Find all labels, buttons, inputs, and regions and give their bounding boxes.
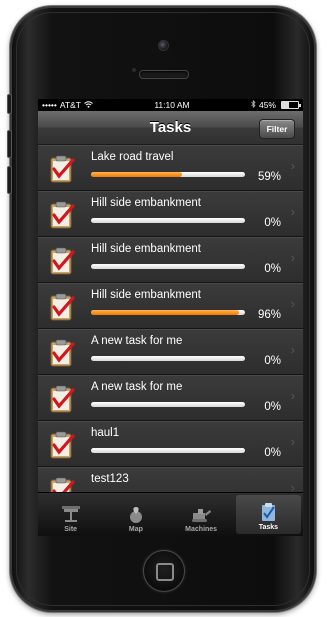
progress-bar: [91, 172, 245, 177]
clipboard-check-icon: [48, 476, 76, 492]
task-row[interactable]: Hill side embankment 0% ›: [38, 191, 303, 237]
wifi-icon: [84, 99, 93, 111]
volume-up-button: [7, 130, 12, 158]
status-time: 11:10 AM: [154, 100, 190, 110]
progress-percent: 0%: [264, 355, 281, 367]
task-list[interactable]: Lake road travel 59% › Hill side embankment…: [38, 145, 303, 492]
machines-icon: [192, 509, 212, 522]
clipboard-check-icon: [48, 338, 76, 368]
clipboard-check-icon: [48, 430, 76, 460]
tasks-icon: [262, 503, 276, 521]
task-name: A new task for me: [91, 381, 183, 393]
task-row[interactable]: Lake road travel 59% ›: [38, 145, 303, 191]
battery-icon: [280, 101, 301, 109]
chevron-right-icon: ›: [290, 204, 295, 219]
task-row[interactable]: Hill side embankment 96% ›: [38, 283, 303, 329]
task-name: Hill side embankment: [91, 289, 201, 301]
filter-button[interactable]: Filter: [259, 119, 295, 139]
task-row[interactable]: A new task for me 0% ›: [38, 329, 303, 375]
site-icon: [61, 506, 80, 522]
chevron-right-icon: ›: [290, 250, 295, 265]
progress-bar: [91, 356, 245, 361]
tab-machines[interactable]: Machines: [169, 493, 234, 536]
screen: ••••• AT&T 11:10 AM 45% Tasks Filter Lak…: [38, 99, 303, 536]
task-name: haul1: [91, 427, 120, 439]
progress-percent: 0%: [264, 447, 281, 459]
clipboard-check-icon: [48, 154, 76, 184]
volume-down-button: [7, 166, 12, 194]
progress-fill: [91, 172, 182, 177]
status-bar: ••••• AT&T 11:10 AM 45%: [38, 99, 303, 111]
task-name: Lake road travel: [91, 151, 174, 163]
progress-bar: [91, 264, 245, 269]
chevron-right-icon: ›: [290, 158, 295, 173]
progress-bar: [91, 402, 245, 407]
task-name: test123: [91, 473, 129, 485]
task-name: Hill side embankment: [91, 197, 201, 209]
signal-icon: •••••: [42, 100, 57, 110]
task-row[interactable]: haul1 0% ›: [38, 421, 303, 467]
tab-site[interactable]: Site: [38, 493, 103, 536]
chevron-right-icon: ›: [290, 434, 295, 449]
progress-percent: 0%: [264, 217, 281, 229]
task-row[interactable]: Hill side embankment 0% ›: [38, 237, 303, 283]
clipboard-check-icon: [48, 246, 76, 276]
tab-machines-label: Machines: [185, 526, 218, 533]
front-camera: [158, 40, 169, 51]
progress-percent: 59%: [257, 171, 281, 183]
carrier-label: AT&T: [59, 100, 81, 110]
tab-bar: Site Map Machines Tasks: [38, 492, 303, 536]
page-title: Tasks: [149, 119, 192, 136]
progress-bar: [91, 218, 245, 223]
home-button[interactable]: [143, 550, 185, 592]
battery-percent: 45%: [258, 100, 276, 110]
chevron-right-icon: ›: [290, 342, 295, 357]
nav-bar: Tasks Filter: [38, 111, 303, 145]
chevron-right-icon: ›: [290, 296, 295, 311]
chevron-right-icon: ›: [290, 480, 295, 492]
clipboard-check-icon: [48, 200, 76, 230]
progress-percent: 0%: [264, 263, 281, 275]
progress-bar: [91, 310, 245, 315]
home-square-icon: [156, 563, 174, 581]
task-row[interactable]: A new task for me 0% ›: [38, 375, 303, 421]
task-name: A new task for me: [91, 335, 183, 347]
earpiece-speaker: [139, 70, 189, 79]
progress-percent: 0%: [264, 401, 281, 413]
silent-switch: [7, 94, 12, 114]
tab-tasks-label: Tasks: [258, 524, 279, 531]
progress-bar: [91, 448, 245, 453]
tab-tasks[interactable]: Tasks: [235, 495, 301, 534]
clipboard-check-icon: [48, 384, 76, 414]
bluetooth-icon: [251, 99, 256, 111]
progress-fill: [91, 310, 239, 315]
tab-map-label: Map: [128, 526, 143, 533]
chevron-right-icon: ›: [290, 388, 295, 403]
proximity-sensor: [132, 68, 136, 72]
task-row[interactable]: test123 ›: [38, 467, 303, 492]
map-icon: [129, 507, 142, 523]
tab-site-label: Site: [64, 526, 78, 533]
progress-percent: 96%: [257, 309, 281, 321]
tab-map[interactable]: Map: [103, 493, 168, 536]
task-name: Hill side embankment: [91, 243, 201, 255]
clipboard-check-icon: [48, 292, 76, 322]
